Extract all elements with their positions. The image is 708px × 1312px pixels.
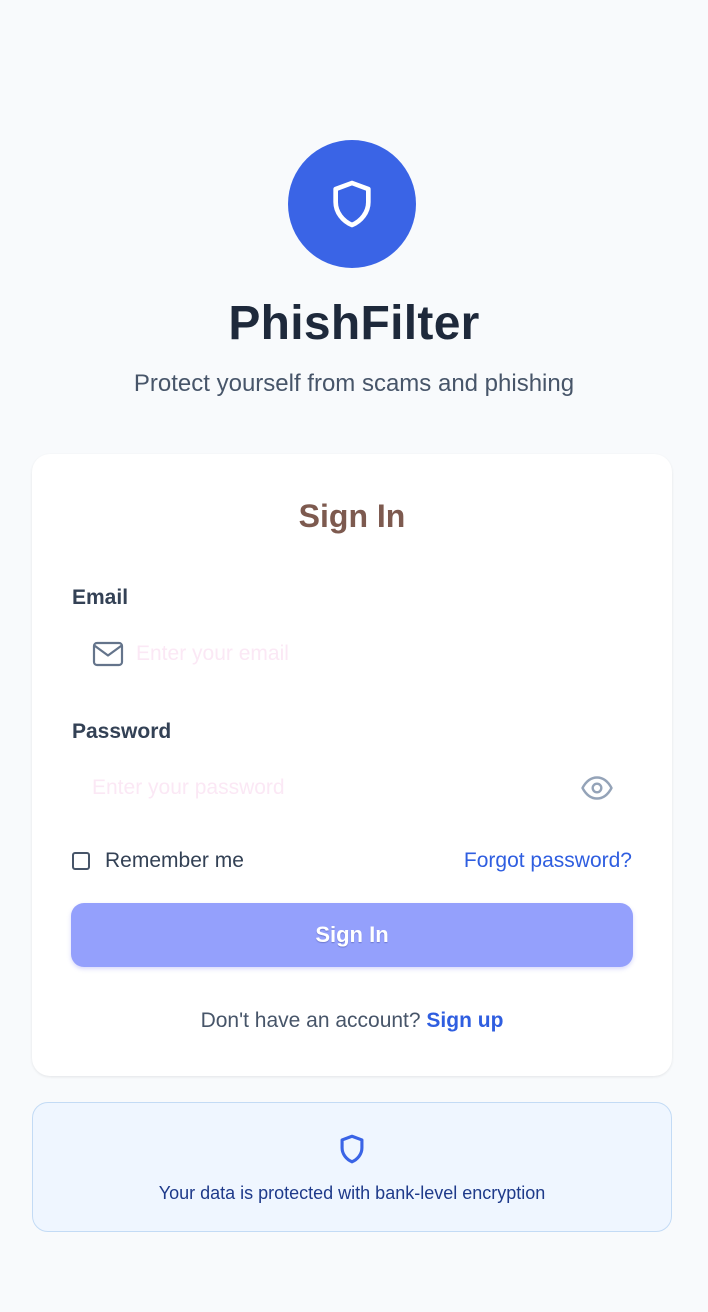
password-field: [72, 760, 634, 816]
sign-in-button[interactable]: Sign In: [71, 903, 633, 967]
email-label: Email: [72, 586, 129, 609]
mail-icon: [92, 641, 124, 667]
sign-in-card: Sign In Email Password Remember me Forgo…: [32, 454, 672, 1076]
password-label: Password: [72, 720, 172, 743]
remember-me-label[interactable]: Remember me: [105, 847, 244, 875]
signup-prompt-text: Don't have an account?: [200, 1009, 421, 1032]
remember-me-checkbox[interactable]: [72, 852, 90, 870]
shield-icon: [333, 180, 371, 228]
security-notice-text: Your data is protected with bank-level e…: [158, 1183, 546, 1203]
email-input[interactable]: [136, 626, 616, 682]
signup-prompt: Don't have an account? Sign up: [32, 1007, 672, 1035]
security-notice: Your data is protected with bank-level e…: [32, 1102, 672, 1232]
app-tagline: Protect yourself from scams and phishing: [133, 370, 575, 397]
sign-up-link[interactable]: Sign up: [426, 1009, 503, 1032]
eye-icon[interactable]: [580, 775, 614, 801]
app-title: PhishFilter: [228, 297, 480, 350]
password-input[interactable]: [92, 760, 572, 816]
shield-icon: [340, 1134, 364, 1164]
app-logo: [288, 140, 416, 268]
email-field: [72, 626, 634, 682]
sign-in-heading: Sign In: [298, 498, 406, 534]
forgot-password-link[interactable]: Forgot password?: [464, 847, 632, 875]
